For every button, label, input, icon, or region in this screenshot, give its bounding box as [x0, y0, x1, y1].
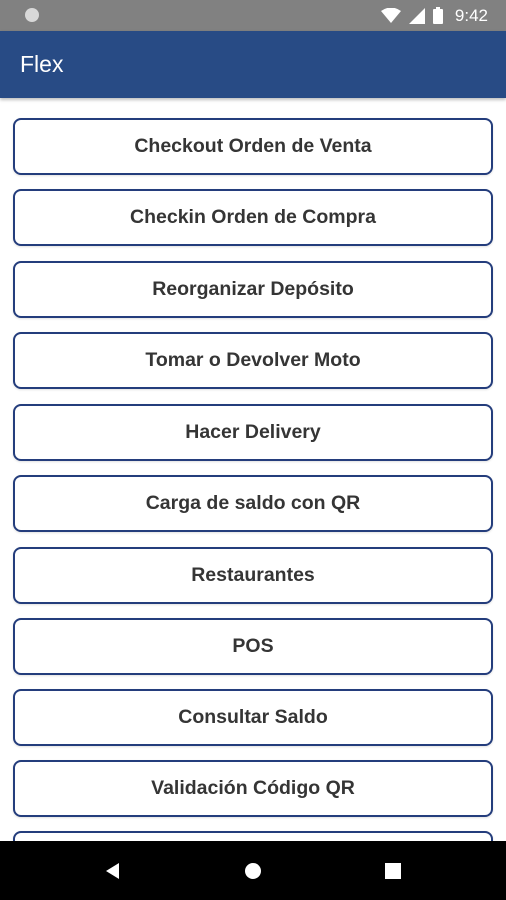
recents-icon: [385, 862, 401, 879]
menu-button-label: Tomar o Devolver Moto: [145, 349, 361, 371]
app-bar: Flex: [0, 31, 506, 98]
wifi-icon: [380, 7, 401, 23]
status-time: 9:42: [454, 5, 488, 25]
carga-saldo-qr-button[interactable]: Carga de saldo con QR: [13, 475, 493, 532]
menu-button-label: Consultar Saldo: [178, 706, 328, 728]
menu-button-label: Reorganizar Depósito: [152, 278, 354, 300]
navigation-bar: [0, 841, 506, 900]
cell-signal-icon: [408, 7, 425, 24]
menu-button-label: Validación Código QR: [151, 777, 355, 799]
app-title: Flex: [20, 51, 64, 77]
menu-button-label: Checkin Orden de Compra: [130, 206, 376, 228]
menu-button-label: Carga de saldo con QR: [145, 492, 361, 514]
validacion-codigo-qr-button[interactable]: Validación Código QR: [13, 760, 493, 817]
notification-dot-icon: [25, 8, 39, 22]
reorganizar-deposito-button[interactable]: Reorganizar Depósito: [13, 261, 493, 318]
pos-button[interactable]: POS: [13, 618, 493, 675]
home-icon: [245, 862, 261, 879]
battery-icon: [432, 7, 443, 24]
checkout-orden-venta-button[interactable]: Checkout Orden de Venta: [13, 118, 493, 175]
status-bar: 9:42: [0, 0, 506, 31]
back-icon: [106, 862, 119, 879]
consultar-saldo-button[interactable]: Consultar Saldo: [13, 689, 493, 746]
status-icons: 9:42: [380, 0, 488, 31]
checkin-orden-compra-button[interactable]: Checkin Orden de Compra: [13, 189, 493, 246]
menu-button-label: Checkout Orden de Venta: [134, 135, 372, 157]
menu-button-label: Restaurantes: [191, 564, 315, 586]
hacer-delivery-button[interactable]: Hacer Delivery: [13, 404, 493, 461]
partial-menu-button[interactable]: [13, 831, 493, 841]
menu-button-label: Hacer Delivery: [185, 421, 321, 443]
tomar-devolver-moto-button[interactable]: Tomar o Devolver Moto: [13, 332, 493, 389]
nav-home-button[interactable]: [223, 841, 283, 900]
menu-list[interactable]: Checkout Orden de Venta Checkin Orden de…: [0, 98, 506, 841]
restaurantes-button[interactable]: Restaurantes: [13, 547, 493, 604]
nav-back-button[interactable]: [83, 841, 143, 900]
nav-recents-button[interactable]: [363, 841, 423, 900]
menu-button-label: POS: [232, 635, 274, 657]
